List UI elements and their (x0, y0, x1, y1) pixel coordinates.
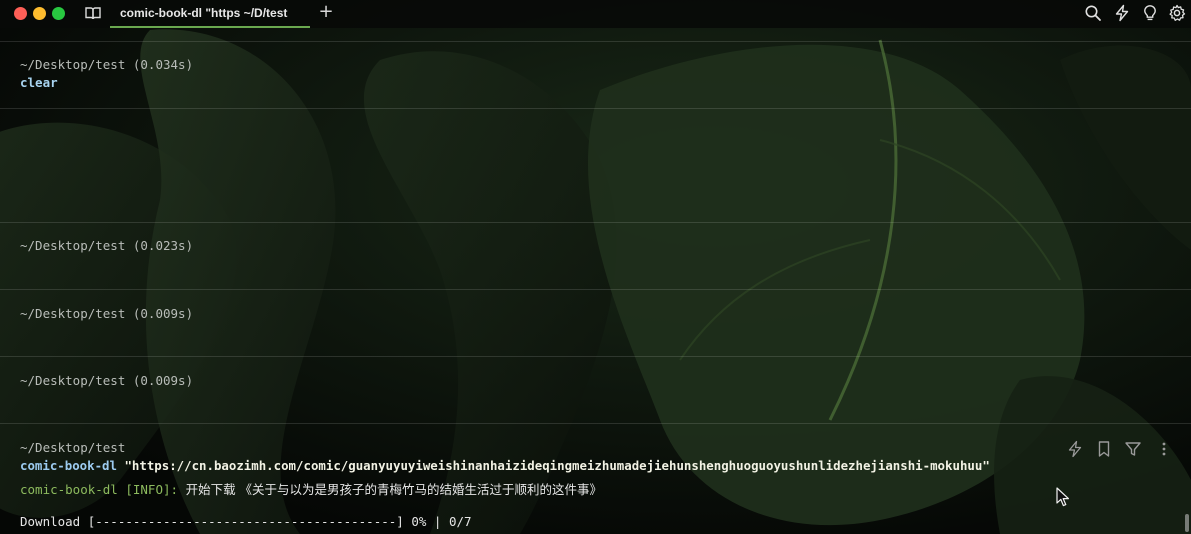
block-path: ~/Desktop/test (0.009s) (20, 373, 194, 388)
title-bar: comic-book-dl "https ~/D/test + (0, 0, 1191, 28)
block-path: ~/Desktop/test (0.009s) (20, 306, 194, 321)
block-path: ~/Desktop/test (0.023s) (20, 238, 194, 253)
book-icon[interactable] (85, 6, 101, 20)
tab-active[interactable]: comic-book-dl "https ~/D/test (110, 0, 310, 28)
filter-icon[interactable] (1124, 440, 1142, 458)
background-image (0, 0, 1191, 534)
command-name: comic-book-dl (20, 458, 117, 473)
active-block-command[interactable]: comic-book-dl "https://cn.baozimh.com/co… (20, 458, 990, 474)
download-progress: Download [------------------------------… (20, 514, 472, 529)
block-divider (0, 108, 1191, 109)
block-divider (0, 41, 1191, 42)
scrollbar-thumb[interactable] (1185, 514, 1189, 532)
lightning-icon[interactable] (1113, 4, 1131, 22)
zoom-window-button[interactable] (52, 7, 65, 20)
gear-icon[interactable] (1168, 4, 1186, 22)
block-command: clear (20, 75, 58, 90)
block-divider (0, 423, 1191, 424)
more-icon[interactable] (1155, 440, 1173, 458)
lightbulb-icon[interactable] (1141, 4, 1159, 22)
block-path: ~/Desktop/test (0.034s) (20, 57, 194, 72)
close-window-button[interactable] (14, 7, 27, 20)
info-tag: comic-book-dl [INFO]: (20, 482, 186, 497)
search-icon[interactable] (1084, 4, 1102, 22)
command-argument: "https://cn.baozimh.com/comic/guanyuyuyi… (116, 458, 990, 473)
minimize-window-button[interactable] (33, 7, 46, 20)
new-tab-button[interactable]: + (318, 2, 334, 22)
mouse-cursor-icon (1056, 487, 1069, 507)
block-divider (0, 356, 1191, 357)
block-divider (0, 289, 1191, 290)
active-block-path: ~/Desktop/test (20, 440, 126, 455)
output-info-line: comic-book-dl [INFO]: 开始下载 《关于与以为是男孩子的青梅… (20, 482, 602, 498)
lightning-icon[interactable] (1066, 440, 1084, 458)
block-divider (0, 222, 1191, 223)
bookmark-icon[interactable] (1095, 440, 1113, 458)
info-text: 开始下载 《关于与以为是男孩子的青梅竹马的结婚生活过于顺利的这件事》 (185, 482, 603, 497)
tab-title: comic-book-dl "https ~/D/test (120, 6, 288, 20)
